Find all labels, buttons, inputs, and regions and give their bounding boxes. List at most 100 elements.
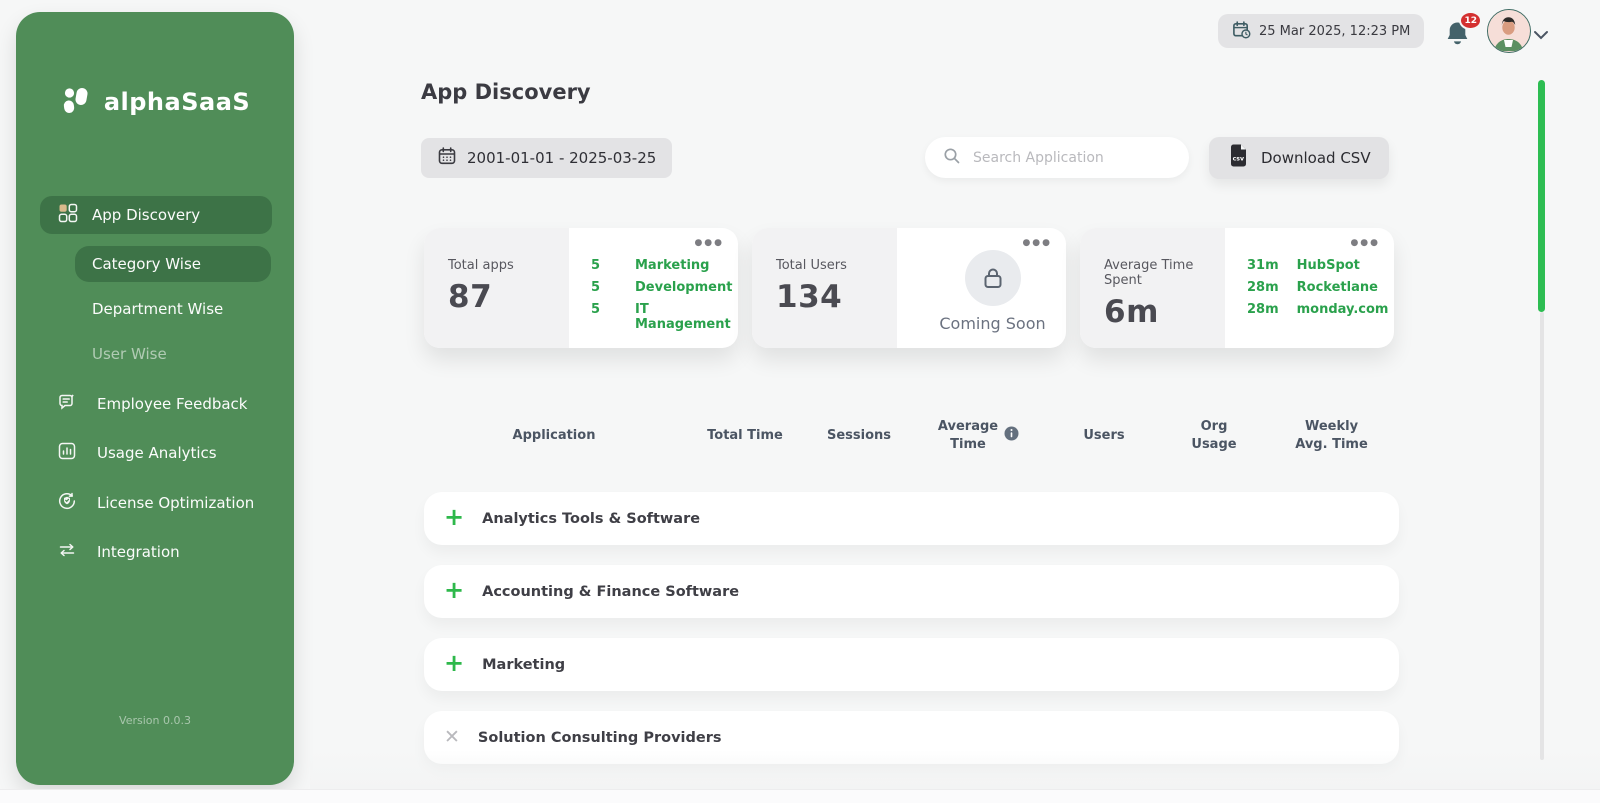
feedback-icon [57,392,77,416]
datetime-text: 25 Mar 2025, 12:23 PM [1259,23,1411,39]
category-row-solution-consulting[interactable]: ✕ Solution Consulting Providers [424,711,1399,764]
total-apps-summary: Total apps 87 [424,228,569,348]
scrollbar-thumb[interactable] [1538,80,1545,312]
category-row-accounting-finance[interactable]: + Accounting & Finance Software [424,565,1399,618]
column-label: Average Time [937,419,999,452]
version-label: Version 0.0.3 [119,714,191,727]
sidebar-item-integration[interactable]: Integration [57,537,277,567]
total-users-card: Total Users 134 ●●● Coming Soon [752,228,1066,348]
card-menu-icon[interactable]: ●●● [694,238,724,248]
notifications-button[interactable]: 12 [1442,11,1482,51]
category-name: Marketing [482,656,566,673]
list-item: 5 Development [591,280,738,295]
column-application: Application [512,428,596,444]
sidebar-item-app-discovery[interactable]: App Discovery [40,196,272,234]
column-total-time: Total Time [707,428,783,444]
sidebar-item-usage-analytics[interactable]: Usage Analytics [57,438,277,468]
sync-arrows-icon [57,540,77,564]
card-label: Average Time Spent [1104,258,1194,288]
card-value: 87 [448,279,493,315]
chevron-down-icon[interactable] [1533,25,1549,44]
top-apps-list: 31m HubSpot 28m Rocketlane 28m monday.com [1247,258,1394,317]
coming-soon-label: Coming Soon [939,314,1046,333]
list-item: 28m Rocketlane [1247,280,1394,295]
column-sessions: Sessions [826,428,892,444]
brand-logo-icon [60,84,92,120]
item-value: 28m [1247,302,1279,317]
download-csv-button[interactable]: csv Download CSV [1209,137,1389,179]
date-range-value: 2001-01-01 - 2025-03-25 [467,149,657,167]
sidebar-item-label: Department Wise [92,300,224,318]
list-item: 5 IT Management [591,302,738,332]
sidebar-item-category-wise[interactable]: Category Wise [75,246,271,282]
list-item: 28m monday.com [1247,302,1394,317]
column-users: Users [1083,428,1125,444]
category-name: Accounting & Finance Software [482,583,740,600]
sidebar-item-department-wise[interactable]: Department Wise [92,297,223,321]
card-label: Total Users [776,258,847,273]
category-name: Solution Consulting Providers [477,729,722,746]
item-name: HubSpot [1296,258,1360,273]
brand: alphaSaaS [16,84,294,120]
column-label: Org Usage [1191,419,1237,452]
item-value: 5 [591,302,601,317]
lock-icon [984,268,1001,288]
search-input[interactable] [973,149,1171,166]
expand-plus-icon[interactable]: + [444,578,464,602]
average-time-summary: Average Time Spent 6m [1080,228,1225,348]
sidebar-item-label: User Wise [92,345,167,363]
date-range-picker[interactable]: 2001-01-01 - 2025-03-25 [421,138,673,178]
bar-chart-icon [57,441,77,465]
lock-circle [964,250,1021,306]
user-avatar[interactable] [1487,9,1531,53]
sidebar-item-label: App Discovery [92,206,201,224]
column-label: Weekly Avg. Time [1295,419,1368,452]
card-value: 134 [776,279,843,315]
csv-file-icon: csv [1227,144,1249,172]
download-csv-label: Download CSV [1261,149,1371,167]
item-name: Development [635,280,733,295]
shield-check-icon [57,491,77,515]
bottom-strip [0,789,1600,803]
column-weekly-avg-time: Weekly Avg. Time [1264,418,1399,453]
sidebar-item-label: Employee Feedback [97,395,248,413]
card-menu-icon[interactable]: ●●● [1350,238,1380,248]
column-org-usage: Org Usage [1164,418,1264,453]
expand-plus-icon[interactable]: + [444,651,464,675]
sidebar-item-label: License Optimization [97,494,255,512]
datetime-display[interactable]: 25 Mar 2025, 12:23 PM [1218,14,1425,48]
sidebar-item-user-wise[interactable]: User Wise [92,342,167,366]
card-label: Total apps [448,258,514,273]
sidebar-item-label: Integration [97,543,180,561]
sidebar-item-license-optimization[interactable]: License Optimization [57,488,277,518]
category-row-analytics-tools[interactable]: + Analytics Tools & Software [424,492,1399,545]
item-value: 31m [1247,258,1279,273]
item-value: 28m [1247,280,1279,295]
card-menu-icon[interactable]: ●●● [1022,238,1052,248]
item-name: IT Management [635,302,731,332]
item-value: 5 [591,280,601,295]
average-time-card: Average Time Spent 6m ●●● 31m HubSpot 28m… [1080,228,1394,348]
table-header: Application Total Time Sessions Average … [424,413,1399,459]
item-name: Marketing [635,258,710,273]
item-value: 5 [591,258,601,273]
calendar-icon [437,146,457,170]
sidebar-item-employee-feedback[interactable]: Employee Feedback [57,389,277,419]
category-row-marketing[interactable]: + Marketing [424,638,1399,691]
list-item: 31m HubSpot [1247,258,1394,273]
collapse-x-icon[interactable]: ✕ [444,728,460,747]
calendar-clock-icon [1232,20,1251,43]
expand-plus-icon[interactable]: + [444,505,464,529]
category-name: Analytics Tools & Software [482,510,701,527]
sidebar-item-label: Category Wise [92,255,201,273]
top-categories-list: 5 Marketing 5 Development 5 IT Management [591,258,738,332]
info-icon[interactable] [1004,426,1019,447]
search-icon [943,147,961,169]
brand-name: alphaSaaS [103,88,251,116]
scrollbar-track [1540,312,1544,760]
card-value: 6m [1104,294,1159,330]
sidebar: alphaSaaS App Discovery Category Wise De… [16,12,294,785]
item-name: Rocketlane [1296,280,1378,295]
column-average-time: Average Time [912,418,1044,453]
sidebar-item-label: Usage Analytics [97,444,217,462]
